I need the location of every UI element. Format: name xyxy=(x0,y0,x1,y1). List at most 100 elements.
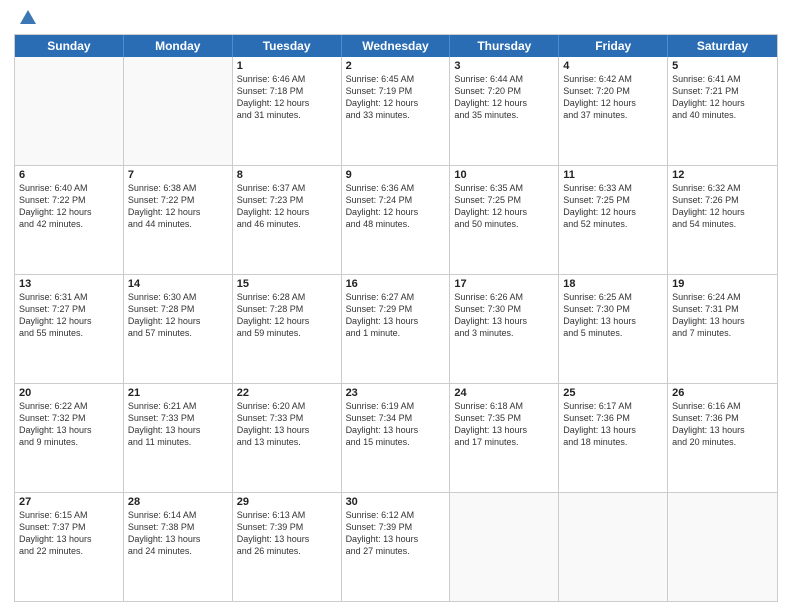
day-cell-23: 23Sunrise: 6:19 AM Sunset: 7:34 PM Dayli… xyxy=(342,384,451,492)
day-number: 21 xyxy=(128,387,228,399)
day-info: Sunrise: 6:44 AM Sunset: 7:20 PM Dayligh… xyxy=(454,73,554,122)
day-number: 19 xyxy=(672,278,773,290)
day-info: Sunrise: 6:45 AM Sunset: 7:19 PM Dayligh… xyxy=(346,73,446,122)
day-cell-10: 10Sunrise: 6:35 AM Sunset: 7:25 PM Dayli… xyxy=(450,166,559,274)
day-info: Sunrise: 6:36 AM Sunset: 7:24 PM Dayligh… xyxy=(346,182,446,231)
day-cell-3: 3Sunrise: 6:44 AM Sunset: 7:20 PM Daylig… xyxy=(450,57,559,165)
day-info: Sunrise: 6:18 AM Sunset: 7:35 PM Dayligh… xyxy=(454,400,554,449)
day-info: Sunrise: 6:41 AM Sunset: 7:21 PM Dayligh… xyxy=(672,73,773,122)
day-number: 16 xyxy=(346,278,446,290)
weekday-header-friday: Friday xyxy=(559,35,668,57)
day-number: 15 xyxy=(237,278,337,290)
day-info: Sunrise: 6:20 AM Sunset: 7:33 PM Dayligh… xyxy=(237,400,337,449)
day-number: 27 xyxy=(19,496,119,508)
calendar-row-0: 1Sunrise: 6:46 AM Sunset: 7:18 PM Daylig… xyxy=(15,57,777,165)
empty-cell-4-4 xyxy=(450,493,559,601)
day-number: 12 xyxy=(672,169,773,181)
header xyxy=(14,10,778,28)
day-number: 13 xyxy=(19,278,119,290)
day-info: Sunrise: 6:35 AM Sunset: 7:25 PM Dayligh… xyxy=(454,182,554,231)
day-cell-22: 22Sunrise: 6:20 AM Sunset: 7:33 PM Dayli… xyxy=(233,384,342,492)
day-number: 20 xyxy=(19,387,119,399)
day-info: Sunrise: 6:38 AM Sunset: 7:22 PM Dayligh… xyxy=(128,182,228,231)
day-number: 22 xyxy=(237,387,337,399)
day-cell-11: 11Sunrise: 6:33 AM Sunset: 7:25 PM Dayli… xyxy=(559,166,668,274)
day-cell-26: 26Sunrise: 6:16 AM Sunset: 7:36 PM Dayli… xyxy=(668,384,777,492)
day-info: Sunrise: 6:26 AM Sunset: 7:30 PM Dayligh… xyxy=(454,291,554,340)
day-cell-30: 30Sunrise: 6:12 AM Sunset: 7:39 PM Dayli… xyxy=(342,493,451,601)
day-info: Sunrise: 6:12 AM Sunset: 7:39 PM Dayligh… xyxy=(346,509,446,558)
day-number: 8 xyxy=(237,169,337,181)
day-cell-1: 1Sunrise: 6:46 AM Sunset: 7:18 PM Daylig… xyxy=(233,57,342,165)
calendar: SundayMondayTuesdayWednesdayThursdayFrid… xyxy=(14,34,778,602)
weekday-header-sunday: Sunday xyxy=(15,35,124,57)
day-info: Sunrise: 6:30 AM Sunset: 7:28 PM Dayligh… xyxy=(128,291,228,340)
day-info: Sunrise: 6:32 AM Sunset: 7:26 PM Dayligh… xyxy=(672,182,773,231)
logo-icon xyxy=(16,6,38,28)
day-cell-7: 7Sunrise: 6:38 AM Sunset: 7:22 PM Daylig… xyxy=(124,166,233,274)
day-number: 11 xyxy=(563,169,663,181)
day-info: Sunrise: 6:17 AM Sunset: 7:36 PM Dayligh… xyxy=(563,400,663,449)
day-info: Sunrise: 6:25 AM Sunset: 7:30 PM Dayligh… xyxy=(563,291,663,340)
day-number: 28 xyxy=(128,496,228,508)
day-info: Sunrise: 6:19 AM Sunset: 7:34 PM Dayligh… xyxy=(346,400,446,449)
calendar-row-3: 20Sunrise: 6:22 AM Sunset: 7:32 PM Dayli… xyxy=(15,383,777,492)
day-cell-14: 14Sunrise: 6:30 AM Sunset: 7:28 PM Dayli… xyxy=(124,275,233,383)
day-number: 6 xyxy=(19,169,119,181)
day-number: 5 xyxy=(672,60,773,72)
calendar-header: SundayMondayTuesdayWednesdayThursdayFrid… xyxy=(15,35,777,57)
day-cell-29: 29Sunrise: 6:13 AM Sunset: 7:39 PM Dayli… xyxy=(233,493,342,601)
day-number: 3 xyxy=(454,60,554,72)
day-cell-18: 18Sunrise: 6:25 AM Sunset: 7:30 PM Dayli… xyxy=(559,275,668,383)
day-cell-2: 2Sunrise: 6:45 AM Sunset: 7:19 PM Daylig… xyxy=(342,57,451,165)
day-number: 30 xyxy=(346,496,446,508)
empty-cell-0-1 xyxy=(124,57,233,165)
calendar-row-2: 13Sunrise: 6:31 AM Sunset: 7:27 PM Dayli… xyxy=(15,274,777,383)
page: SundayMondayTuesdayWednesdayThursdayFrid… xyxy=(0,0,792,612)
day-number: 24 xyxy=(454,387,554,399)
day-cell-21: 21Sunrise: 6:21 AM Sunset: 7:33 PM Dayli… xyxy=(124,384,233,492)
empty-cell-0-0 xyxy=(15,57,124,165)
day-number: 17 xyxy=(454,278,554,290)
day-info: Sunrise: 6:22 AM Sunset: 7:32 PM Dayligh… xyxy=(19,400,119,449)
day-info: Sunrise: 6:13 AM Sunset: 7:39 PM Dayligh… xyxy=(237,509,337,558)
day-number: 29 xyxy=(237,496,337,508)
day-info: Sunrise: 6:15 AM Sunset: 7:37 PM Dayligh… xyxy=(19,509,119,558)
calendar-row-4: 27Sunrise: 6:15 AM Sunset: 7:37 PM Dayli… xyxy=(15,492,777,601)
day-cell-20: 20Sunrise: 6:22 AM Sunset: 7:32 PM Dayli… xyxy=(15,384,124,492)
day-cell-9: 9Sunrise: 6:36 AM Sunset: 7:24 PM Daylig… xyxy=(342,166,451,274)
day-number: 10 xyxy=(454,169,554,181)
day-number: 7 xyxy=(128,169,228,181)
day-cell-6: 6Sunrise: 6:40 AM Sunset: 7:22 PM Daylig… xyxy=(15,166,124,274)
day-cell-15: 15Sunrise: 6:28 AM Sunset: 7:28 PM Dayli… xyxy=(233,275,342,383)
day-info: Sunrise: 6:37 AM Sunset: 7:23 PM Dayligh… xyxy=(237,182,337,231)
day-cell-24: 24Sunrise: 6:18 AM Sunset: 7:35 PM Dayli… xyxy=(450,384,559,492)
day-number: 4 xyxy=(563,60,663,72)
day-cell-16: 16Sunrise: 6:27 AM Sunset: 7:29 PM Dayli… xyxy=(342,275,451,383)
day-info: Sunrise: 6:42 AM Sunset: 7:20 PM Dayligh… xyxy=(563,73,663,122)
day-info: Sunrise: 6:33 AM Sunset: 7:25 PM Dayligh… xyxy=(563,182,663,231)
day-info: Sunrise: 6:28 AM Sunset: 7:28 PM Dayligh… xyxy=(237,291,337,340)
day-number: 2 xyxy=(346,60,446,72)
day-cell-28: 28Sunrise: 6:14 AM Sunset: 7:38 PM Dayli… xyxy=(124,493,233,601)
day-number: 1 xyxy=(237,60,337,72)
day-info: Sunrise: 6:14 AM Sunset: 7:38 PM Dayligh… xyxy=(128,509,228,558)
logo xyxy=(14,10,38,28)
day-info: Sunrise: 6:27 AM Sunset: 7:29 PM Dayligh… xyxy=(346,291,446,340)
weekday-header-saturday: Saturday xyxy=(668,35,777,57)
weekday-header-monday: Monday xyxy=(124,35,233,57)
day-info: Sunrise: 6:31 AM Sunset: 7:27 PM Dayligh… xyxy=(19,291,119,340)
empty-cell-4-6 xyxy=(668,493,777,601)
day-number: 26 xyxy=(672,387,773,399)
day-info: Sunrise: 6:46 AM Sunset: 7:18 PM Dayligh… xyxy=(237,73,337,122)
day-number: 18 xyxy=(563,278,663,290)
day-cell-12: 12Sunrise: 6:32 AM Sunset: 7:26 PM Dayli… xyxy=(668,166,777,274)
day-number: 23 xyxy=(346,387,446,399)
day-cell-13: 13Sunrise: 6:31 AM Sunset: 7:27 PM Dayli… xyxy=(15,275,124,383)
weekday-header-thursday: Thursday xyxy=(450,35,559,57)
calendar-row-1: 6Sunrise: 6:40 AM Sunset: 7:22 PM Daylig… xyxy=(15,165,777,274)
day-cell-4: 4Sunrise: 6:42 AM Sunset: 7:20 PM Daylig… xyxy=(559,57,668,165)
calendar-body: 1Sunrise: 6:46 AM Sunset: 7:18 PM Daylig… xyxy=(15,57,777,601)
day-number: 25 xyxy=(563,387,663,399)
day-info: Sunrise: 6:21 AM Sunset: 7:33 PM Dayligh… xyxy=(128,400,228,449)
